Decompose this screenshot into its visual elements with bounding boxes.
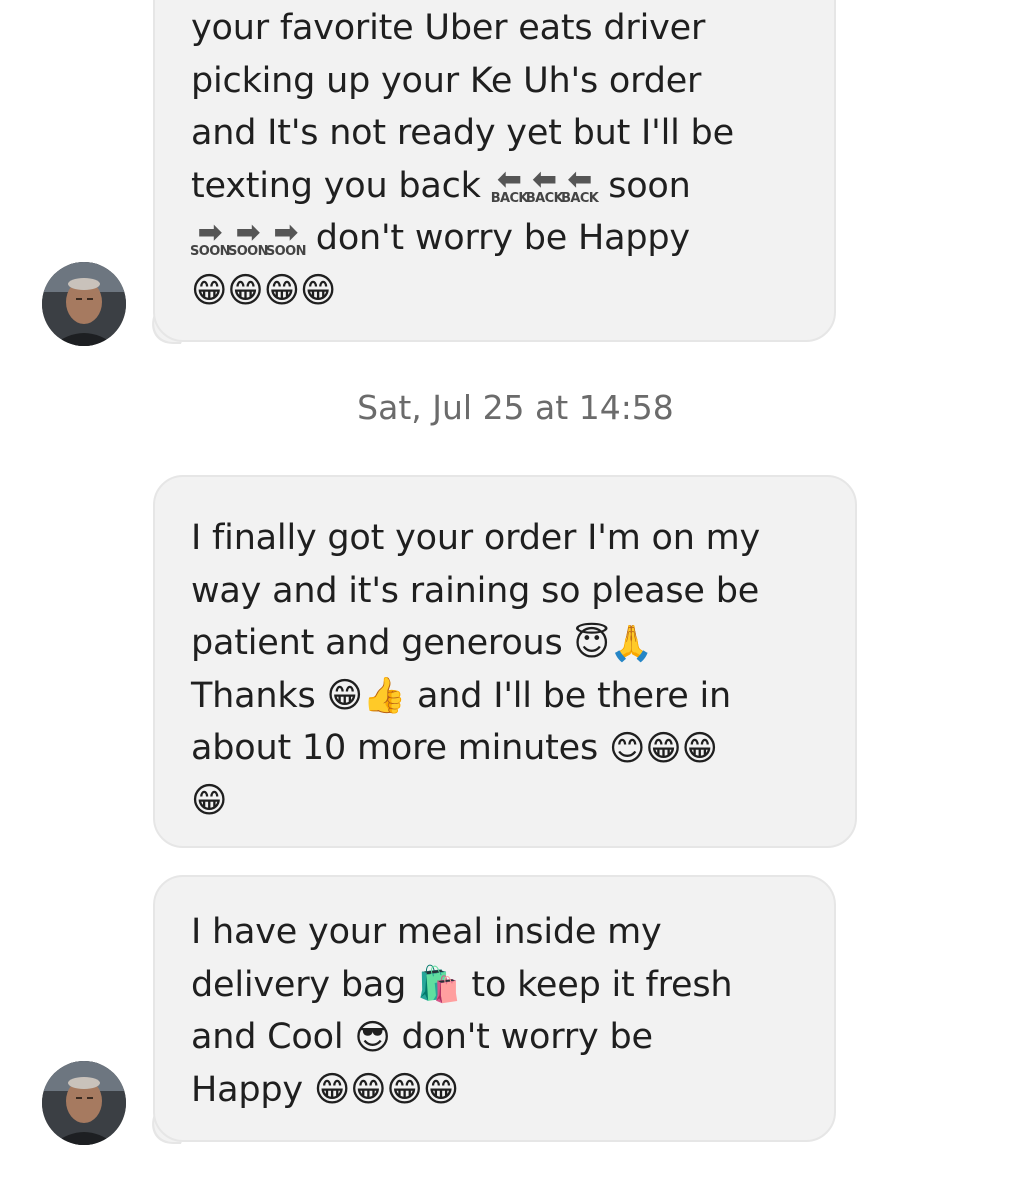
message-bubble-1[interactable]: your favorite Uber eats driver picking u… [153,0,836,342]
message-text: patient and generous [191,623,563,663]
message-line: picking up your Ke Uh's order [191,60,702,101]
message-line: patient and generous 😇🙏 [191,617,825,670]
avatar-photo-icon [42,262,126,346]
sunglasses-emoji-icon: 😎 [354,1017,391,1058]
message-line: I finally got your order I'm on my [191,518,761,558]
shopping-bag-emoji-icon: 🛍️ [417,965,461,1005]
avatar-photo-icon [42,1061,126,1145]
grinning-emoji-icon: 😁😁😁😁 [191,271,337,311]
message-line: your favorite Uber eats driver [191,8,706,48]
message-line: Thanks 😁👍 and I'll be there in [191,670,825,723]
sender-avatar[interactable] [42,262,126,346]
message-line: about 10 more minutes 😊😁😁 [191,722,825,775]
message-line: delivery bag 🛍️ to keep it fresh [191,959,804,1012]
soon-arrow-icon: ➡ SOON [190,214,231,259]
message-text: and Cool [191,1017,344,1057]
message-text: don't worry be [401,1017,653,1057]
message-bubble-2[interactable]: I finally got your order I'm on my way a… [153,475,857,848]
chat-thread: your favorite Uber eats driver picking u… [0,0,1031,1200]
smile-grin-emoji-icon: 😊😁😁 [608,728,718,769]
message-text: texting you back [191,165,481,206]
message-line: and It's not ready yet but I'll be [191,113,734,153]
message-text: and I'll be there in [417,675,732,716]
back-arrow-icon: ⬅ BACK [525,162,564,206]
soon-arrow-icon: ➡ SOON [227,214,269,259]
message-line-with-signs: ➡ SOON ➡ SOON ➡ SOON don't worry be Happy [190,212,804,265]
back-arrow-icon: ⬅ BACK [561,162,599,206]
message-text: delivery bag [191,964,407,1005]
message-text: Thanks [191,675,316,716]
back-arrow-icon: ⬅ BACK [490,162,529,206]
message-line: and Cool 😎 don't worry be [191,1011,804,1064]
message-line: I have your meal inside my [191,912,662,952]
halo-pray-emoji-icon: 😇🙏 [573,623,654,664]
grin-thumbs-up-emoji-icon: 😁👍 [326,676,407,716]
message-line-with-signs: texting you back ⬅ BACK ⬅ BACK ⬅ BACK soon [191,160,804,213]
grinning-emoji-icon: 😁😁😁😁 [313,1070,460,1110]
message-text: don't worry be Happy [315,218,690,258]
message-line: Happy 😁😁😁😁 [191,1064,804,1117]
message-text: about 10 more minutes [191,728,599,768]
timestamp: Sat, Jul 25 at 14:58 [357,388,674,427]
grinning-emoji-icon: 😁 [191,781,228,821]
message-line: way and it's raining so please be [191,570,760,611]
message-text: Happy [191,1069,303,1110]
soon-arrow-icon: ➡ SOON [265,214,307,259]
message-text: to keep it fresh [471,964,733,1005]
message-bubble-3[interactable]: I have your meal inside my delivery bag … [153,875,836,1142]
message-text: soon [608,165,691,206]
sender-avatar[interactable] [42,1061,126,1145]
message-line: 😁 [191,775,825,828]
